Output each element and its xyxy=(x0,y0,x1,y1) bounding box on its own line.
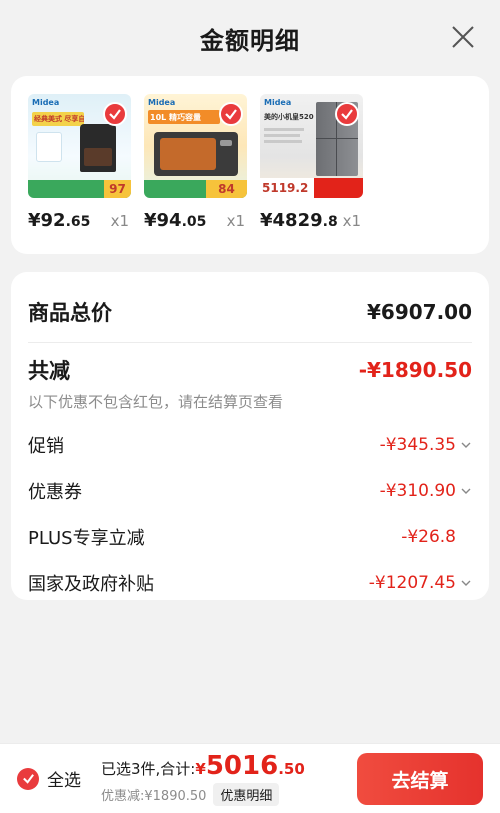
discount-label: 优惠券 xyxy=(28,482,82,503)
close-icon xyxy=(452,26,474,48)
total-label: 商品总价 xyxy=(28,301,112,325)
reduce-row: 共减 -¥1890.50 xyxy=(28,355,472,385)
chevron-down-icon xyxy=(461,488,471,494)
product-item[interactable]: Midea 经典美式 尽享自制 97 ¥92.65 x1 xyxy=(28,94,131,254)
product-banner: 经典美式 尽享自制 xyxy=(32,112,84,126)
select-all-label: 全选 xyxy=(47,771,81,791)
total-summary: 已选3件,合计: ¥ 5016 .50 优惠减:¥1890.50 优惠明细 xyxy=(101,751,305,806)
discount-row-subsidy[interactable]: 国家及政府补贴 -¥1207.45 xyxy=(28,560,472,606)
brand-logo: Midea xyxy=(264,98,292,107)
product-qty: x1 xyxy=(342,212,361,230)
close-button[interactable] xyxy=(448,22,478,52)
amount-detail-sheet: 金额明细 Midea 经典美式 尽享自制 97 xyxy=(0,0,500,813)
discount-detail-button[interactable]: 优惠明细 xyxy=(213,783,280,806)
discount-amount: 优惠减:¥1890.50 xyxy=(101,789,207,804)
discount-value: -¥345.35 xyxy=(380,435,472,455)
divider xyxy=(28,342,472,343)
brand-logo: Midea xyxy=(148,98,176,107)
selected-check-icon[interactable] xyxy=(219,102,243,126)
selected-check-icon[interactable] xyxy=(103,102,127,126)
price-summary: 商品总价 ¥6907.00 共减 -¥1890.50 以下优惠不包含红包，请在结… xyxy=(11,272,489,600)
currency-symbol: ¥ xyxy=(195,760,206,778)
discount-note: 以下优惠不包含红包，请在结算页查看 xyxy=(28,393,284,411)
product-banner: 美的小机皇520 xyxy=(264,113,314,121)
product-qty: x1 xyxy=(226,212,245,230)
total-value: ¥6907.00 xyxy=(366,300,472,324)
checkout-bar: 全选 已选3件,合计: ¥ 5016 .50 优惠减:¥1890.50 优惠明细… xyxy=(0,743,500,813)
price-tag: 97 xyxy=(104,180,131,198)
product-qty: x1 xyxy=(110,212,129,230)
reduce-value: -¥1890.50 xyxy=(358,358,472,382)
product-image-oven[interactable]: Midea 10L 精巧容量 84 xyxy=(144,94,247,198)
reduce-label: 共减 xyxy=(28,359,70,383)
product-price: ¥94.05 xyxy=(144,210,207,231)
product-image-coffee-maker[interactable]: Midea 经典美式 尽享自制 97 xyxy=(28,94,131,198)
price-tag: 5119.2 xyxy=(260,178,314,198)
check-icon xyxy=(17,767,39,790)
total-row: 商品总价 ¥6907.00 xyxy=(28,292,472,332)
brand-logo: Midea xyxy=(32,98,60,107)
product-price: ¥92.65 xyxy=(28,210,91,231)
price-tag: 84 xyxy=(206,180,247,198)
product-banner: 10L 精巧容量 xyxy=(148,110,220,124)
discount-row-plus: PLUS专享立减 -¥26.8 xyxy=(28,514,472,560)
discount-row-coupon[interactable]: 优惠券 -¥310.90 xyxy=(28,468,472,514)
selected-check-icon[interactable] xyxy=(335,102,359,126)
discount-row-promotion[interactable]: 促销 -¥345.35 xyxy=(28,422,472,468)
chevron-down-icon xyxy=(461,442,471,448)
total-amount: 5016 xyxy=(205,751,279,781)
select-all-checkbox[interactable]: 全选 xyxy=(17,766,81,791)
sheet-title: 金额明细 xyxy=(200,26,300,55)
chevron-down-icon xyxy=(461,580,471,586)
product-item[interactable]: Midea 美的小机皇520 5119.2 ¥4829.8 x1 xyxy=(260,94,363,254)
sheet-header: 金额明细 xyxy=(0,0,500,76)
product-item[interactable]: Midea 10L 精巧容量 84 ¥94.05 x1 xyxy=(144,94,247,254)
checkout-button[interactable]: 去结算 xyxy=(357,753,483,805)
product-list: Midea 经典美式 尽享自制 97 ¥92.65 x1 Midea 10L 精… xyxy=(11,76,489,254)
discount-value: -¥310.90 xyxy=(380,481,472,501)
discount-label: 国家及政府补贴 xyxy=(28,574,154,595)
discount-value: -¥1207.45 xyxy=(369,573,472,593)
product-image-refrigerator[interactable]: Midea 美的小机皇520 5119.2 xyxy=(260,94,363,198)
discount-label: 促销 xyxy=(28,436,64,457)
discount-value: -¥26.8 xyxy=(401,527,456,547)
discount-label: PLUS专享立减 xyxy=(28,528,145,549)
product-price: ¥4829.8 xyxy=(260,210,338,231)
selected-count: 已选3件,合计: xyxy=(101,760,196,778)
total-amount-decimal: .50 xyxy=(278,760,305,778)
